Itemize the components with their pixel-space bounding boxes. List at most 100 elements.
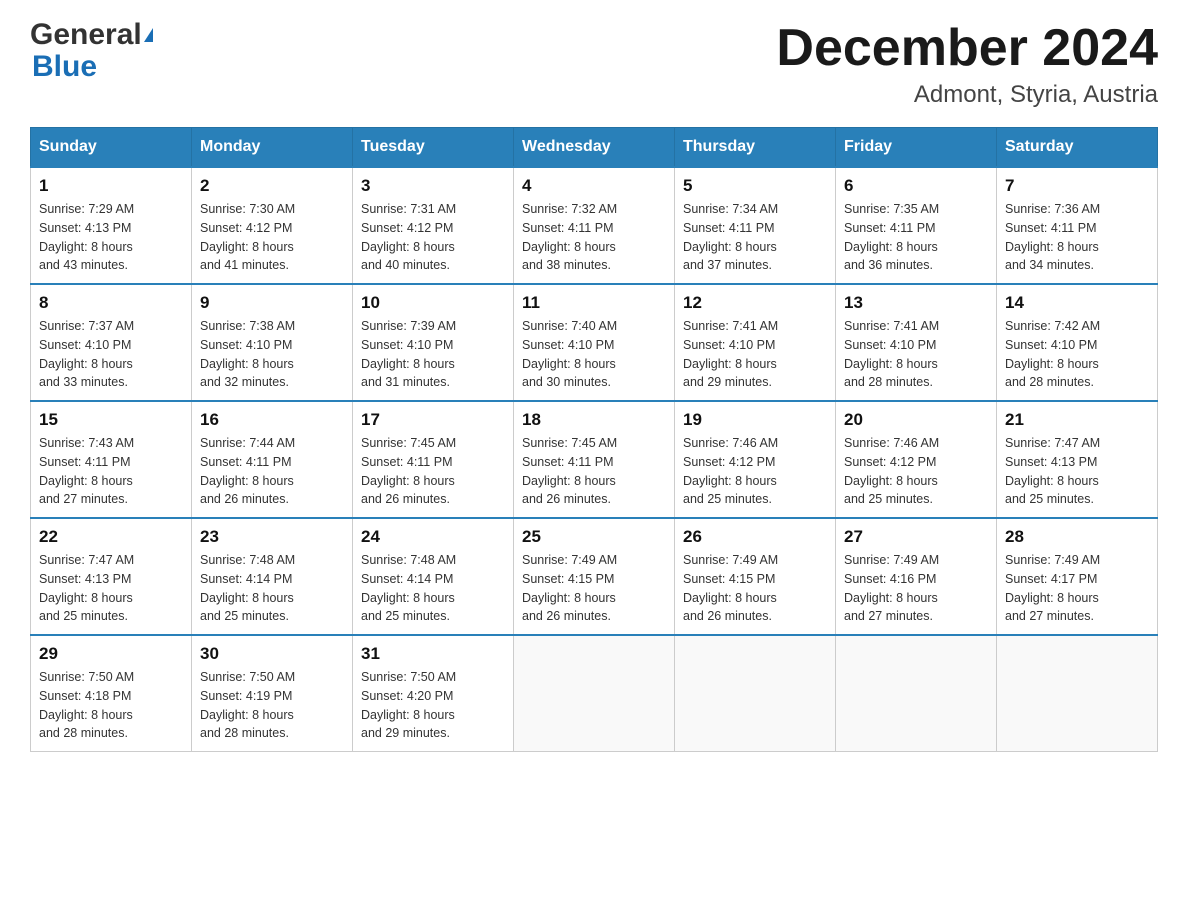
calendar-cell: 10 Sunrise: 7:39 AMSunset: 4:10 PMDayligh…: [353, 284, 514, 401]
day-number: 30: [200, 644, 344, 664]
day-number: 8: [39, 293, 183, 313]
calendar-cell: [997, 635, 1158, 752]
day-number: 23: [200, 527, 344, 547]
calendar-cell: 17 Sunrise: 7:45 AMSunset: 4:11 PMDayligh…: [353, 401, 514, 518]
logo-general-text: General: [30, 20, 142, 50]
day-number: 11: [522, 293, 666, 313]
day-number: 9: [200, 293, 344, 313]
day-info: Sunrise: 7:36 AMSunset: 4:11 PMDaylight:…: [1005, 200, 1149, 275]
day-number: 28: [1005, 527, 1149, 547]
day-info: Sunrise: 7:34 AMSunset: 4:11 PMDaylight:…: [683, 200, 827, 275]
day-info: Sunrise: 7:38 AMSunset: 4:10 PMDaylight:…: [200, 317, 344, 392]
calendar-cell: [836, 635, 997, 752]
day-info: Sunrise: 7:42 AMSunset: 4:10 PMDaylight:…: [1005, 317, 1149, 392]
calendar-cell: 23 Sunrise: 7:48 AMSunset: 4:14 PMDayligh…: [192, 518, 353, 635]
day-number: 29: [39, 644, 183, 664]
calendar-cell: 20Sunrise: 7:46 AMSunset: 4:12 PMDayligh…: [836, 401, 997, 518]
calendar-cell: 28 Sunrise: 7:49 AMSunset: 4:17 PMDayligh…: [997, 518, 1158, 635]
calendar-cell: 14 Sunrise: 7:42 AMSunset: 4:10 PMDayligh…: [997, 284, 1158, 401]
calendar-cell: 11Sunrise: 7:40 AMSunset: 4:10 PMDayligh…: [514, 284, 675, 401]
calendar-cell: 25 Sunrise: 7:49 AMSunset: 4:15 PMDayligh…: [514, 518, 675, 635]
day-number: 2: [200, 176, 344, 196]
day-number: 15: [39, 410, 183, 430]
calendar-cell: 15Sunrise: 7:43 AMSunset: 4:11 PMDayligh…: [31, 401, 192, 518]
calendar-cell: 9 Sunrise: 7:38 AMSunset: 4:10 PMDaylight…: [192, 284, 353, 401]
day-number: 4: [522, 176, 666, 196]
calendar-cell: 13 Sunrise: 7:41 AMSunset: 4:10 PMDayligh…: [836, 284, 997, 401]
day-number: 7: [1005, 176, 1149, 196]
day-info: Sunrise: 7:47 AMSunset: 4:13 PMDaylight:…: [39, 551, 183, 626]
week-row-2: 8 Sunrise: 7:37 AMSunset: 4:10 PMDaylight…: [31, 284, 1158, 401]
day-info: Sunrise: 7:45 AMSunset: 4:11 PMDaylight:…: [361, 434, 505, 509]
day-number: 27: [844, 527, 988, 547]
logo-triangle-icon: [144, 28, 153, 42]
day-info: Sunrise: 7:50 AMSunset: 4:19 PMDaylight:…: [200, 668, 344, 743]
day-number: 12: [683, 293, 827, 313]
day-number: 5: [683, 176, 827, 196]
weekday-header-tuesday: Tuesday: [353, 128, 514, 168]
calendar-cell: 5 Sunrise: 7:34 AMSunset: 4:11 PMDaylight…: [675, 167, 836, 284]
weekday-header-saturday: Saturday: [997, 128, 1158, 168]
page-header: General Blue December 2024 Admont, Styri…: [30, 20, 1158, 109]
weekday-header-sunday: Sunday: [31, 128, 192, 168]
day-info: Sunrise: 7:49 AMSunset: 4:15 PMDaylight:…: [522, 551, 666, 626]
week-row-3: 15Sunrise: 7:43 AMSunset: 4:11 PMDayligh…: [31, 401, 1158, 518]
logo: General Blue: [30, 20, 153, 84]
calendar-cell: 22Sunrise: 7:47 AMSunset: 4:13 PMDayligh…: [31, 518, 192, 635]
day-info: Sunrise: 7:45 AMSunset: 4:11 PMDaylight:…: [522, 434, 666, 509]
day-number: 17: [361, 410, 505, 430]
day-number: 10: [361, 293, 505, 313]
day-number: 25: [522, 527, 666, 547]
day-info: Sunrise: 7:50 AMSunset: 4:18 PMDaylight:…: [39, 668, 183, 743]
weekday-header-wednesday: Wednesday: [514, 128, 675, 168]
day-info: Sunrise: 7:31 AMSunset: 4:12 PMDaylight:…: [361, 200, 505, 275]
calendar-cell: 31 Sunrise: 7:50 AMSunset: 4:20 PMDayligh…: [353, 635, 514, 752]
day-number: 24: [361, 527, 505, 547]
calendar-cell: 24Sunrise: 7:48 AMSunset: 4:14 PMDayligh…: [353, 518, 514, 635]
calendar-cell: 30 Sunrise: 7:50 AMSunset: 4:19 PMDayligh…: [192, 635, 353, 752]
day-info: Sunrise: 7:30 AMSunset: 4:12 PMDaylight:…: [200, 200, 344, 275]
calendar-cell: 18 Sunrise: 7:45 AMSunset: 4:11 PMDayligh…: [514, 401, 675, 518]
calendar-cell: 4 Sunrise: 7:32 AMSunset: 4:11 PMDaylight…: [514, 167, 675, 284]
weekday-header-friday: Friday: [836, 128, 997, 168]
day-info: Sunrise: 7:47 AMSunset: 4:13 PMDaylight:…: [1005, 434, 1149, 509]
calendar-cell: [514, 635, 675, 752]
day-info: Sunrise: 7:49 AMSunset: 4:16 PMDaylight:…: [844, 551, 988, 626]
day-info: Sunrise: 7:35 AMSunset: 4:11 PMDaylight:…: [844, 200, 988, 275]
calendar-cell: 29 Sunrise: 7:50 AMSunset: 4:18 PMDayligh…: [31, 635, 192, 752]
day-info: Sunrise: 7:44 AMSunset: 4:11 PMDaylight:…: [200, 434, 344, 509]
day-number: 6: [844, 176, 988, 196]
month-title: December 2024: [776, 20, 1158, 77]
day-number: 18: [522, 410, 666, 430]
calendar-cell: 27 Sunrise: 7:49 AMSunset: 4:16 PMDayligh…: [836, 518, 997, 635]
calendar-cell: 16 Sunrise: 7:44 AMSunset: 4:11 PMDayligh…: [192, 401, 353, 518]
day-info: Sunrise: 7:50 AMSunset: 4:20 PMDaylight:…: [361, 668, 505, 743]
calendar-table: SundayMondayTuesdayWednesdayThursdayFrid…: [30, 127, 1158, 752]
day-info: Sunrise: 7:41 AMSunset: 4:10 PMDaylight:…: [683, 317, 827, 392]
location-title: Admont, Styria, Austria: [776, 81, 1158, 109]
calendar-cell: 1Sunrise: 7:29 AMSunset: 4:13 PMDaylight…: [31, 167, 192, 284]
day-info: Sunrise: 7:48 AMSunset: 4:14 PMDaylight:…: [200, 551, 344, 626]
day-info: Sunrise: 7:32 AMSunset: 4:11 PMDaylight:…: [522, 200, 666, 275]
weekday-header-row: SundayMondayTuesdayWednesdayThursdayFrid…: [31, 128, 1158, 168]
day-number: 3: [361, 176, 505, 196]
calendar-cell: 7 Sunrise: 7:36 AMSunset: 4:11 PMDaylight…: [997, 167, 1158, 284]
day-number: 31: [361, 644, 505, 664]
week-row-4: 22Sunrise: 7:47 AMSunset: 4:13 PMDayligh…: [31, 518, 1158, 635]
day-number: 16: [200, 410, 344, 430]
calendar-cell: 19Sunrise: 7:46 AMSunset: 4:12 PMDayligh…: [675, 401, 836, 518]
calendar-cell: 2 Sunrise: 7:30 AMSunset: 4:12 PMDaylight…: [192, 167, 353, 284]
title-block: December 2024 Admont, Styria, Austria: [776, 20, 1158, 109]
day-info: Sunrise: 7:49 AMSunset: 4:15 PMDaylight:…: [683, 551, 827, 626]
calendar-cell: 8 Sunrise: 7:37 AMSunset: 4:10 PMDaylight…: [31, 284, 192, 401]
day-info: Sunrise: 7:29 AMSunset: 4:13 PMDaylight:…: [39, 200, 183, 275]
day-info: Sunrise: 7:39 AMSunset: 4:10 PMDaylight:…: [361, 317, 505, 392]
calendar-cell: 6 Sunrise: 7:35 AMSunset: 4:11 PMDaylight…: [836, 167, 997, 284]
day-info: Sunrise: 7:41 AMSunset: 4:10 PMDaylight:…: [844, 317, 988, 392]
day-number: 19: [683, 410, 827, 430]
day-info: Sunrise: 7:37 AMSunset: 4:10 PMDaylight:…: [39, 317, 183, 392]
day-info: Sunrise: 7:49 AMSunset: 4:17 PMDaylight:…: [1005, 551, 1149, 626]
calendar-cell: 3 Sunrise: 7:31 AMSunset: 4:12 PMDaylight…: [353, 167, 514, 284]
day-number: 13: [844, 293, 988, 313]
day-number: 14: [1005, 293, 1149, 313]
